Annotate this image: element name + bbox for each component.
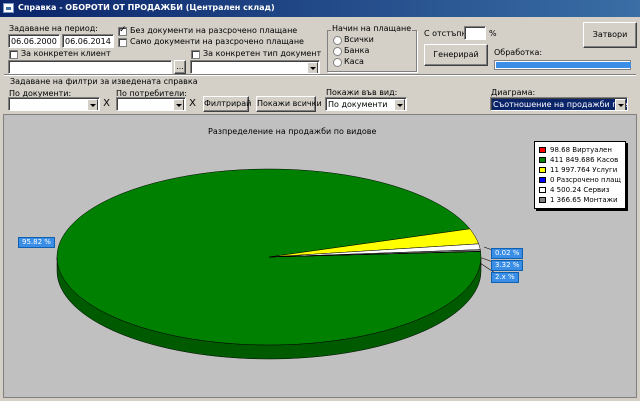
payment-bank-radio[interactable] — [333, 47, 342, 56]
legend-swatch — [539, 187, 546, 193]
client-lookup-button[interactable]: ... — [174, 60, 186, 74]
payment-cash-radio[interactable] — [333, 58, 342, 67]
payment-cash-label: Каса — [344, 57, 364, 66]
pie-label-servis: 2.x % — [491, 272, 519, 283]
pie-label-uslugi: 3.32 % — [491, 260, 524, 271]
legend-swatch — [539, 177, 546, 183]
processing-label: Обработка: — [494, 48, 543, 57]
chevron-down-icon — [87, 99, 98, 110]
window-title: Справка - ОБОРОТИ ОТ ПРОДАЖБИ (Централен… — [18, 3, 275, 12]
legend-item: 1 366.65 Монтажи — [539, 196, 618, 205]
legend-item: 11 997.764 Услуги — [539, 166, 617, 175]
date-to-input[interactable]: 06.06.2014 — [62, 34, 114, 48]
filters-title: Задаване на филтри за изведената справка — [10, 77, 198, 86]
legend-swatch — [539, 167, 546, 173]
specific-doc-type-label: За конкретен тип документ — [203, 49, 322, 58]
specific-client-checkbox[interactable] — [9, 50, 18, 59]
chart-area: Разпределение на продажби по видове 98.6… — [3, 114, 637, 398]
specific-doc-type-checkbox[interactable] — [191, 50, 200, 59]
app-icon — [3, 3, 14, 13]
generate-button[interactable]: Генерирай — [424, 44, 488, 66]
show-by-select[interactable]: По документи — [325, 97, 407, 111]
no-installments-checkbox[interactable] — [118, 25, 127, 36]
legend-item: 4 500.24 Сервиз — [539, 186, 609, 195]
filters-separator — [4, 74, 636, 76]
legend-label: 98.68 Виртуален — [550, 146, 612, 154]
diagram-select[interactable]: Съотношение на продажби през WEB — [490, 97, 628, 111]
close-button[interactable]: Затвори — [583, 22, 637, 48]
discount-input[interactable] — [464, 26, 486, 40]
chevron-down-icon — [173, 99, 184, 110]
legend-label: 11 997.764 Услуги — [550, 166, 618, 174]
legend-item: 98.68 Виртуален — [539, 146, 612, 155]
legend-label: 411 849.686 Касов — [550, 156, 619, 164]
processing-progress-bar — [494, 60, 631, 70]
pie-label-kasov: 95.82 % — [18, 237, 55, 248]
payment-method-title: Начин на плащане — [331, 24, 413, 34]
client-input[interactable] — [8, 60, 172, 74]
filter-button[interactable]: Филтрирай — [203, 96, 251, 112]
period-label: Задаване на период: — [9, 24, 99, 33]
legend-label: 1 366.65 Монтажи — [550, 196, 618, 204]
chevron-down-icon — [394, 99, 405, 110]
progress-fill — [496, 62, 631, 68]
chevron-down-icon — [615, 99, 626, 110]
show-by-value: По документи — [328, 100, 388, 109]
diagram-value: Съотношение на продажби през WEB — [493, 100, 627, 109]
legend-swatch — [539, 197, 546, 203]
by-documents-select[interactable] — [8, 97, 100, 111]
no-installments-label: Без документи на разсрочено плащане — [130, 26, 298, 35]
clear-documents-icon[interactable]: X — [101, 98, 112, 110]
specific-client-label: За конкретен клиент — [21, 49, 111, 58]
only-installments-checkbox[interactable] — [118, 38, 127, 47]
chart-legend: 98.68 Виртуален 411 849.686 Касов 11 997.7… — [534, 141, 626, 209]
date-from-input[interactable]: 06.06.2000 — [8, 34, 60, 48]
show-all-button[interactable]: Покажи всички — [256, 96, 322, 112]
legend-swatch — [539, 157, 546, 163]
pie-label-virtual: 0.02 % — [491, 248, 524, 259]
discount-unit: % — [489, 29, 497, 38]
payment-all-label: Всички — [344, 35, 374, 44]
legend-item: 411 849.686 Касов — [539, 156, 618, 165]
title-bar: Справка - ОБОРОТИ ОТ ПРОДАЖБИ (Централен… — [0, 0, 640, 17]
only-installments-label: Само документи на разсрочено плащане — [130, 37, 304, 46]
legend-label: 4 500.24 Сервиз — [550, 186, 610, 194]
clear-users-icon[interactable]: X — [187, 98, 198, 110]
doc-type-select[interactable] — [190, 60, 320, 74]
legend-item: 0 Разсрочено плащ — [539, 176, 621, 185]
legend-swatch — [539, 147, 546, 153]
payment-all-radio[interactable] — [333, 36, 342, 45]
payment-bank-label: Банка — [344, 46, 370, 55]
by-users-select[interactable] — [116, 97, 186, 111]
legend-label: 0 Разсрочено плащ — [550, 176, 621, 184]
chevron-down-icon — [307, 62, 318, 73]
